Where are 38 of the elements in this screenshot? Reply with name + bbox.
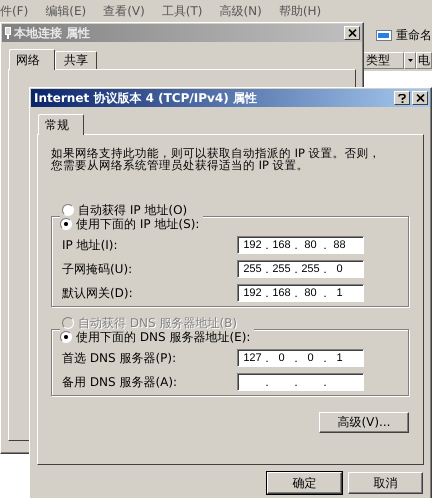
cancel-button[interactable]: 取消 [348,472,423,494]
close-icon [348,29,356,37]
menu-item[interactable]: 帮助(H) [278,2,322,20]
ip-address-field[interactable]: 192 . 168 . 80 . 1 [237,284,364,302]
ip-address-field[interactable]: 192 . 168 . 80 . 88 [237,236,364,254]
window-title: 本地连接 属性 [14,24,92,42]
close-button[interactable] [412,91,428,105]
description-text: 如果网络支持此功能，则可以获取自动指派的 IP 设置。否则， [51,147,381,159]
ip-address-field[interactable]: 127 . 0 . 0 . 1 [237,349,364,367]
radio-button[interactable]: 使用下面的 DNS 服务器地址(E): [60,329,254,345]
menu-item[interactable]: 件(F) [0,2,28,20]
field-label: 首选 DNS 服务器(P): [62,350,176,366]
description-text: 您需要从网络系统管理员处获得适当的 IP 设置。 [51,159,309,171]
plug-icon [5,27,11,39]
tab[interactable]: 常规 [38,114,84,135]
menu-item[interactable]: 查看(V) [103,2,145,20]
field-label: 子网掩码(U): [62,260,132,278]
column-header[interactable]: 电 [416,52,432,69]
column-header[interactable]: 类型 [362,52,404,69]
window-title: Internet 协议版本 4 (TCP/IPv4) 属性 [34,90,258,106]
ip-address-field[interactable]: 255 . 255 . 255 . 0 [237,260,364,278]
help-icon [398,94,406,102]
ip-address-field[interactable]: . . . [237,373,364,391]
menu-item[interactable]: 高级(N) [220,2,262,20]
field-label: IP 地址(I): [62,236,118,254]
field-label: 备用 DNS 服务器(A): [62,374,178,390]
radio-button[interactable]: 使用下面的 IP 地址(S): [60,216,204,232]
field-label: 默认网关(D): [62,284,133,302]
ok-button[interactable]: 确定 [267,472,342,494]
menu-item[interactable]: 编辑(E) [45,2,86,20]
rename-button[interactable]: 重命名 [376,27,432,44]
close-icon [416,94,424,102]
advanced-button[interactable]: 高级(V)... [319,412,409,433]
tab[interactable]: 共享 [55,51,97,69]
help-button[interactable] [394,91,410,105]
tab[interactable]: 网络 [9,49,55,70]
rename-icon [376,30,392,41]
menu-item[interactable]: 工具(T) [162,2,202,20]
